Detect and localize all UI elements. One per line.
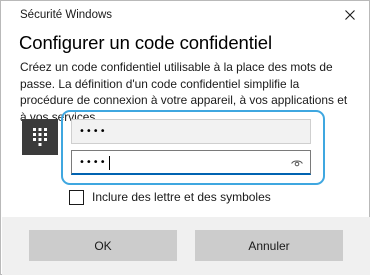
- confirm-pin-field[interactable]: ••••: [71, 150, 311, 175]
- new-pin-value: ••••: [79, 126, 107, 137]
- ok-button[interactable]: OK: [29, 230, 177, 261]
- close-icon: [345, 10, 355, 20]
- close-button[interactable]: [337, 3, 363, 27]
- button-bar: OK Annuler: [2, 217, 370, 275]
- pin-setup-dialog: Sécurité Windows Configurer un code conf…: [0, 0, 370, 275]
- window-title: Sécurité Windows: [20, 9, 113, 21]
- keypad-icon: [33, 128, 47, 146]
- title-bar: Sécurité Windows: [1, 1, 369, 29]
- confirm-pin-value: ••••: [79, 157, 107, 168]
- include-letters-option[interactable]: Inclure des lettre et des symboles: [69, 189, 271, 205]
- dialog-heading: Configurer un code confidentiel: [19, 32, 272, 53]
- new-pin-field[interactable]: ••••: [71, 119, 311, 144]
- pin-fields-group: •••• ••••: [61, 110, 325, 185]
- keypad-tile: [22, 119, 58, 155]
- text-caret: [109, 156, 110, 170]
- cancel-button[interactable]: Annuler: [195, 230, 343, 261]
- include-letters-label: Inclure des lettre et des symboles: [92, 190, 271, 204]
- eye-icon: [291, 160, 303, 166]
- reveal-pin-button[interactable]: [290, 157, 304, 169]
- include-letters-checkbox[interactable]: [69, 189, 84, 205]
